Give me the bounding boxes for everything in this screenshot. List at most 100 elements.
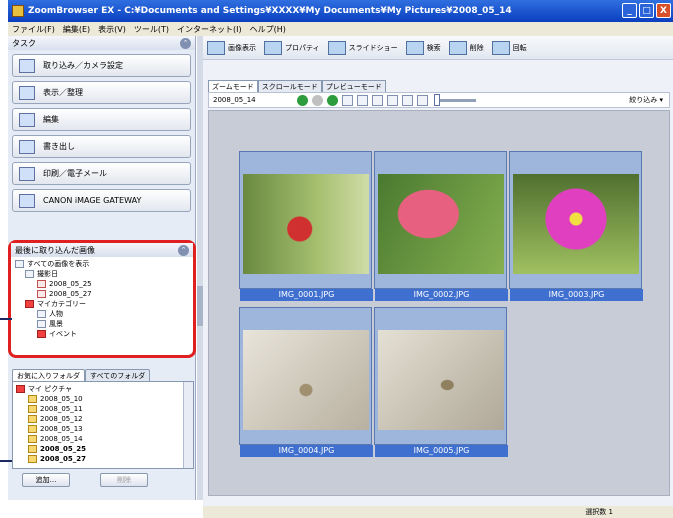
task-label: 表示／整理 bbox=[43, 88, 83, 97]
trash-icon bbox=[448, 40, 467, 55]
list-item[interactable]: 2008_05_12 bbox=[16, 414, 190, 424]
delete-folder-button[interactable]: 削除 bbox=[100, 473, 148, 487]
task-edit-button[interactable]: 編集 bbox=[12, 108, 191, 131]
tree-label: 風景 bbox=[49, 320, 63, 328]
list-item[interactable]: 2008_05_10 bbox=[16, 394, 190, 404]
back-icon[interactable] bbox=[297, 94, 308, 106]
task-gateway-button[interactable]: CANON iMAGE GATEWAY bbox=[12, 189, 191, 212]
thumbnail[interactable]: IMG_0003.JPG bbox=[509, 151, 643, 301]
category-icon bbox=[25, 300, 34, 308]
add-folder-button[interactable]: 追加... bbox=[22, 473, 70, 487]
tree-item[interactable]: 2008_05_27 bbox=[15, 289, 189, 299]
properties-icon bbox=[264, 40, 282, 55]
list-item[interactable]: 2008_05_14 bbox=[16, 434, 190, 444]
tree-label: 撮影日 bbox=[37, 270, 58, 278]
selection-count: 選択数 1 bbox=[585, 508, 613, 516]
view-image-button[interactable]: 画像表示 bbox=[207, 40, 256, 55]
calendar-icon bbox=[37, 290, 46, 298]
tree-item[interactable]: マイカテゴリー bbox=[15, 299, 189, 309]
tab-favorites[interactable]: お気に入りフォルダ bbox=[12, 369, 85, 381]
thumbnail-label: IMG_0003.JPG bbox=[510, 289, 643, 301]
photo-dragonfly bbox=[243, 330, 369, 430]
task-view-button[interactable]: 表示／整理 bbox=[12, 81, 191, 104]
tree-item[interactable]: 人物 bbox=[15, 309, 189, 319]
tool-label: 検索 bbox=[426, 43, 441, 52]
search-button[interactable]: 検索 bbox=[405, 40, 441, 55]
task-label: 書き出し bbox=[43, 142, 75, 151]
folder-label: 2008_05_14 bbox=[40, 435, 83, 443]
thumbnail[interactable]: IMG_0002.JPG bbox=[374, 151, 508, 301]
task-import-button[interactable]: 取り込み／カメラ設定 bbox=[12, 54, 191, 77]
tab-zoom-mode[interactable]: ズームモード bbox=[208, 80, 258, 92]
task-print-button[interactable]: 印刷／電子メール bbox=[12, 162, 191, 185]
tab-all-folders[interactable]: すべてのフォルダ bbox=[85, 369, 151, 381]
tree-item[interactable]: 2008_05_25 bbox=[15, 279, 189, 289]
close-button[interactable]: X bbox=[656, 3, 671, 18]
slideshow-button[interactable]: スライドショー bbox=[327, 40, 398, 55]
folder-icon bbox=[28, 405, 37, 413]
up-icon[interactable] bbox=[327, 94, 338, 106]
edit-icon bbox=[19, 112, 35, 127]
zoom-out-icon[interactable] bbox=[402, 94, 413, 106]
task-export-button[interactable]: 書き出し bbox=[12, 135, 191, 158]
thumbnail-label: IMG_0004.JPG bbox=[240, 445, 373, 457]
list-item[interactable]: 2008_05_27 bbox=[16, 454, 190, 464]
tab-scroll-mode[interactable]: スクロールモード bbox=[257, 80, 322, 92]
event-icon bbox=[37, 330, 46, 338]
menu-edit[interactable]: 編集(E) bbox=[63, 24, 90, 35]
tree-item[interactable]: 撮影日 bbox=[15, 269, 189, 279]
forward-icon[interactable] bbox=[312, 94, 323, 106]
collapse-icon[interactable]: ⌃ bbox=[180, 37, 191, 49]
calendar-icon bbox=[37, 280, 46, 288]
select-icon[interactable] bbox=[372, 94, 383, 106]
menu-file[interactable]: ファイル(F) bbox=[12, 24, 55, 35]
menu-help[interactable]: ヘルプ(H) bbox=[250, 24, 286, 35]
tree-item[interactable]: すべての画像を表示 bbox=[15, 259, 189, 269]
list-item[interactable]: 2008_05_25 bbox=[16, 444, 190, 454]
all-images-icon bbox=[15, 260, 24, 268]
info-icon[interactable] bbox=[357, 94, 368, 106]
menu-view[interactable]: 表示(V) bbox=[98, 24, 126, 35]
minimize-button[interactable]: _ bbox=[622, 3, 637, 18]
folder-label: 2008_05_27 bbox=[40, 455, 86, 463]
photo-red-bud bbox=[243, 174, 369, 274]
title-bar: ZoomBrowser EX - C:¥Documents and Settin… bbox=[8, 0, 673, 22]
export-icon bbox=[19, 139, 35, 154]
tab-preview-mode[interactable]: プレビューモード bbox=[321, 80, 386, 92]
menu-tools[interactable]: ツール(T) bbox=[134, 24, 169, 35]
thumbnail[interactable]: IMG_0005.JPG bbox=[374, 307, 508, 457]
delete-button[interactable]: 削除 bbox=[448, 40, 484, 55]
tree-label: 2008_05_25 bbox=[49, 280, 92, 288]
properties-button[interactable]: プロパティ bbox=[264, 40, 320, 55]
zoom-in-icon[interactable] bbox=[387, 94, 398, 106]
gateway-icon bbox=[19, 193, 35, 208]
task-label: 編集 bbox=[43, 115, 59, 124]
favorite-folders-panel: お気に入りフォルダ すべてのフォルダ マイ ピクチャ 2008_05_10 20… bbox=[12, 369, 194, 495]
tree-item[interactable]: 風景 bbox=[15, 319, 189, 329]
folder-icon bbox=[28, 395, 37, 403]
folder-label: 2008_05_10 bbox=[40, 395, 83, 403]
thumbnail-area: IMG_0001.JPG IMG_0002.JPG IMG_0003.JPG I… bbox=[208, 110, 670, 496]
scrollbar[interactable] bbox=[183, 382, 193, 468]
collapse-icon[interactable]: ⌃ bbox=[178, 244, 189, 256]
zoom-slider[interactable] bbox=[434, 93, 476, 106]
menu-internet[interactable]: インターネット(I) bbox=[177, 24, 242, 35]
slider-thumb[interactable] bbox=[434, 93, 440, 106]
list-item[interactable]: 2008_05_13 bbox=[16, 424, 190, 434]
thumbnail[interactable]: IMG_0001.JPG bbox=[239, 151, 373, 301]
tree-item[interactable]: イベント bbox=[15, 329, 189, 339]
folder-icon bbox=[28, 445, 37, 453]
thumbnail[interactable]: IMG_0004.JPG bbox=[239, 307, 373, 457]
display-options-icon[interactable] bbox=[342, 94, 353, 106]
folder-label: 2008_05_25 bbox=[40, 445, 86, 453]
list-item[interactable]: 2008_05_11 bbox=[16, 404, 190, 414]
maximize-button[interactable]: □ bbox=[639, 3, 654, 18]
tree-item[interactable]: マイ ピクチャ bbox=[16, 384, 190, 394]
filter-button[interactable]: 絞り込み ▾ bbox=[629, 95, 663, 105]
recent-tree: すべての画像を表示 撮影日 2008_05_25 2008_05_27 マイカテ… bbox=[11, 257, 193, 341]
fit-icon[interactable] bbox=[417, 94, 428, 106]
task-label: 印刷／電子メール bbox=[43, 169, 107, 178]
rotate-button[interactable]: 回転 bbox=[491, 40, 527, 55]
sub-toolbar: 2008_05_14 絞り込み ▾ bbox=[208, 92, 670, 108]
date-icon bbox=[25, 270, 34, 278]
